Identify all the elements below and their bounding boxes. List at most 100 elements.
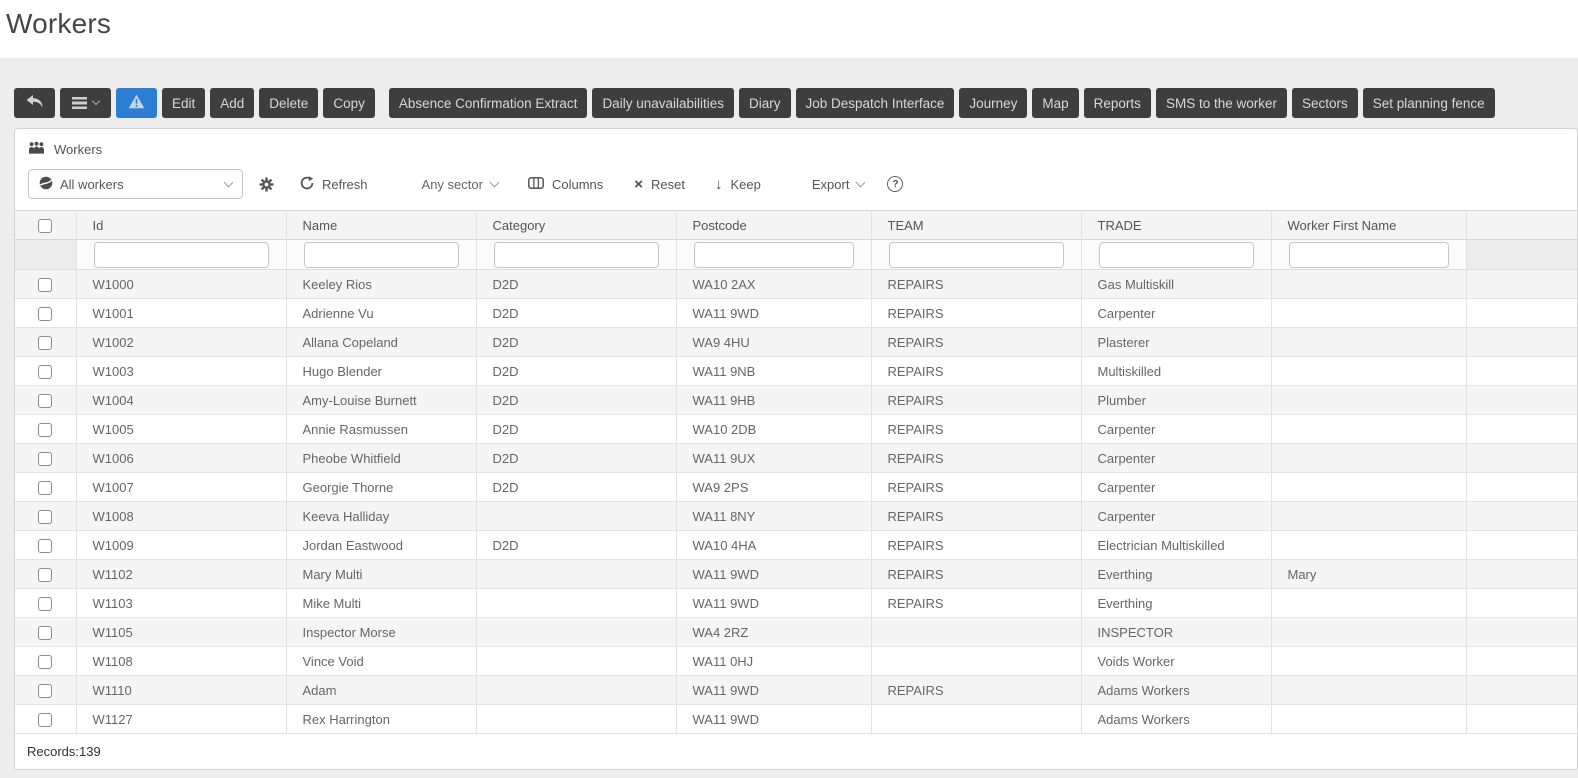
toolbar-button-job-despatch-interface[interactable]: Job Despatch Interface bbox=[795, 88, 955, 118]
cell-postcode: WA11 9WD bbox=[676, 298, 872, 328]
gear-icon[interactable] bbox=[259, 177, 274, 192]
filter-input-team[interactable] bbox=[888, 241, 1064, 268]
cell-worker-first-name bbox=[1271, 646, 1467, 676]
table-row[interactable]: W1006 Pheobe Whitfield D2D WA11 9UX REPAIRS C… bbox=[15, 443, 1577, 473]
filter-input-worker-first-name[interactable] bbox=[1288, 241, 1449, 268]
cell-empty bbox=[1466, 530, 1577, 560]
column-header-trade[interactable]: TRADE bbox=[1081, 210, 1272, 240]
keep-button[interactable]: ↓ Keep bbox=[715, 177, 761, 192]
cell-trade: Carpenter bbox=[1081, 298, 1272, 328]
column-header-category[interactable]: Category bbox=[476, 210, 677, 240]
filter-input-name[interactable] bbox=[303, 241, 459, 268]
cell-postcode: WA11 9UX bbox=[676, 443, 872, 473]
table-row[interactable]: W1004 Amy-Louise Burnett D2D WA11 9HB REPAIR… bbox=[15, 385, 1577, 415]
toolbar-button-set-planning-fence[interactable]: Set planning fence bbox=[1362, 88, 1495, 118]
column-header-worker-first-name[interactable]: Worker First Name bbox=[1271, 210, 1467, 240]
toolbar-button-reports[interactable]: Reports bbox=[1083, 88, 1151, 118]
refresh-button[interactable]: Refresh bbox=[300, 175, 368, 193]
row-checkbox[interactable] bbox=[38, 451, 53, 466]
row-checkbox[interactable] bbox=[38, 335, 53, 350]
column-header-team[interactable]: TEAM bbox=[871, 210, 1082, 240]
view-select[interactable]: All workers bbox=[28, 169, 243, 199]
row-checkbox[interactable] bbox=[38, 712, 53, 727]
cell-worker-first-name bbox=[1271, 327, 1467, 357]
cell-id: W1127 bbox=[76, 704, 287, 734]
table-row[interactable]: W1000 Keeley Rios D2D WA10 2AX REPAIRS Gas Mu… bbox=[15, 269, 1577, 299]
table-row[interactable]: W1103 Mike Multi WA11 9WD REPAIRS Everthing bbox=[15, 588, 1577, 618]
toolbar-button-daily-unavailabilities[interactable]: Daily unavailabilities bbox=[592, 88, 734, 118]
cell-trade: Gas Multiskill bbox=[1081, 269, 1272, 299]
cell-empty bbox=[1466, 704, 1577, 734]
row-checkbox[interactable] bbox=[38, 509, 53, 524]
reset-label: Reset bbox=[651, 176, 685, 192]
table-row[interactable]: W1005 Annie Rasmussen D2D WA10 2DB REPAIRS Ca… bbox=[15, 414, 1577, 444]
row-checkbox[interactable] bbox=[38, 422, 53, 437]
table-row[interactable]: W1008 Keeva Halliday WA11 8NY REPAIRS Carpen… bbox=[15, 501, 1577, 531]
sector-dropdown[interactable]: Any sector bbox=[422, 177, 500, 192]
row-checkbox[interactable] bbox=[38, 364, 53, 379]
filter-input-postcode[interactable] bbox=[693, 241, 854, 268]
table-row[interactable]: W1102 Mary Multi WA11 9WD REPAIRS Everthing M… bbox=[15, 559, 1577, 589]
toolbar-button-delete[interactable]: Delete bbox=[259, 88, 319, 118]
filter-input-id[interactable] bbox=[93, 241, 269, 268]
table-row[interactable]: W1002 Allana Copeland D2D WA9 4HU REPAIRS Pla… bbox=[15, 327, 1577, 357]
toolbar-button-journey[interactable]: Journey bbox=[959, 88, 1028, 118]
table-row[interactable]: W1001 Adrienne Vu D2D WA11 9WD REPAIRS Carpen… bbox=[15, 298, 1577, 328]
row-checkbox[interactable] bbox=[38, 567, 53, 582]
row-checkbox[interactable] bbox=[38, 625, 53, 640]
table-row[interactable]: W1108 Vince Void WA11 0HJ Voids Worker bbox=[15, 646, 1577, 676]
table-row[interactable]: W1105 Inspector Morse WA4 2RZ INSPECTOR bbox=[15, 617, 1577, 647]
toolbar-button-sectors[interactable]: Sectors bbox=[1291, 88, 1358, 118]
table-row[interactable]: W1110 Adam WA11 9WD REPAIRS Adams Workers bbox=[15, 675, 1577, 705]
row-checkbox[interactable] bbox=[38, 393, 53, 408]
table-row[interactable]: W1003 Hugo Blender D2D WA11 9NB REPAIRS Multi… bbox=[15, 356, 1577, 386]
reset-button[interactable]: × Reset bbox=[634, 177, 685, 192]
chevron-down-icon bbox=[855, 177, 866, 187]
toolbar-button-absence-confirmation-extract[interactable]: Absence Confirmation Extract bbox=[388, 88, 588, 118]
cell-trade: Adams Workers bbox=[1081, 704, 1272, 734]
back-button[interactable] bbox=[14, 88, 55, 118]
hamburger-icon bbox=[72, 97, 87, 109]
column-header-name[interactable]: Name bbox=[286, 210, 477, 240]
page: Workers Edit Add Delete Copy Absence Confirm… bbox=[0, 0, 1578, 778]
cell-category bbox=[476, 617, 677, 647]
columns-label: Columns bbox=[551, 176, 604, 192]
toolbar-button-add[interactable]: Add bbox=[210, 88, 255, 118]
filter-cell-checkbox bbox=[15, 239, 77, 270]
cell-worker-first-name bbox=[1271, 298, 1467, 328]
cell-checkbox bbox=[15, 588, 77, 618]
cell-empty bbox=[1466, 385, 1577, 415]
toolbar-button-edit[interactable]: Edit bbox=[162, 88, 206, 118]
toolbar-button-sms-to-the-worker[interactable]: SMS to the worker bbox=[1155, 88, 1287, 118]
column-header-id[interactable]: Id bbox=[76, 210, 287, 240]
cell-id: W1007 bbox=[76, 472, 287, 502]
toolbar-button-map[interactable]: Map bbox=[1032, 88, 1079, 118]
down-arrow-icon: ↓ bbox=[714, 175, 723, 193]
toolbar-button-copy[interactable]: Copy bbox=[323, 88, 375, 118]
select-all-checkbox[interactable] bbox=[38, 218, 53, 233]
filter-input-trade[interactable] bbox=[1098, 241, 1254, 268]
column-header-postcode[interactable]: Postcode bbox=[676, 210, 872, 240]
help-icon[interactable]: ? bbox=[887, 176, 904, 192]
row-checkbox[interactable] bbox=[38, 480, 53, 495]
table-row[interactable]: W1007 Georgie Thorne D2D WA9 2PS REPAIRS Carp… bbox=[15, 472, 1577, 502]
row-checkbox[interactable] bbox=[38, 683, 53, 698]
menu-button[interactable] bbox=[60, 88, 111, 118]
cell-empty bbox=[1466, 646, 1577, 676]
row-checkbox[interactable] bbox=[38, 277, 53, 292]
row-checkbox[interactable] bbox=[38, 306, 53, 321]
row-checkbox[interactable] bbox=[38, 538, 53, 553]
row-checkbox[interactable] bbox=[38, 596, 53, 611]
cell-category bbox=[476, 675, 677, 705]
filter-input-category[interactable] bbox=[493, 241, 659, 268]
row-checkbox[interactable] bbox=[38, 654, 53, 669]
table-row[interactable]: W1127 Rex Harrington WA11 9WD Adams Workers bbox=[15, 704, 1577, 734]
cell-id: W1009 bbox=[76, 530, 287, 560]
cell-name: Hugo Blender bbox=[286, 356, 477, 386]
export-dropdown[interactable]: Export bbox=[812, 177, 866, 192]
columns-button[interactable]: Columns bbox=[528, 177, 603, 192]
toolbar-button-diary[interactable]: Diary bbox=[739, 88, 791, 118]
warning-button[interactable] bbox=[116, 88, 157, 118]
cell-name: Amy-Louise Burnett bbox=[286, 385, 477, 415]
table-row[interactable]: W1009 Jordan Eastwood D2D WA10 4HA REPAIRS El… bbox=[15, 530, 1577, 560]
